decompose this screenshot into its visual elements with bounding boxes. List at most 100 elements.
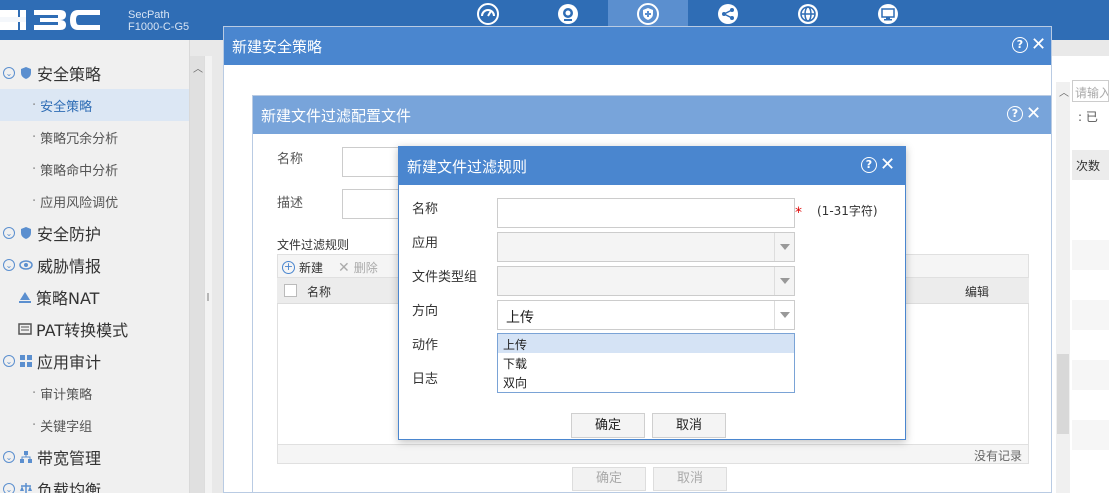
dialog-header: 新建文件过滤配置文件 ? ✕: [253, 96, 1051, 134]
delete-rule-button[interactable]: ✕ 删除: [338, 259, 378, 276]
chevron-down-icon[interactable]: [774, 233, 794, 261]
nat-icon: [19, 292, 31, 303]
expand-circle-icon[interactable]: ⌄: [3, 67, 15, 79]
profile-ok-button[interactable]: 确定: [572, 467, 646, 491]
delete-x-icon: ✕: [338, 259, 350, 276]
rules-table-footer: 没有记录: [277, 444, 1029, 464]
bullet-icon: ·: [32, 161, 37, 177]
scrollbar-thumb[interactable]: [1057, 354, 1069, 434]
description-label: 描述: [277, 196, 304, 211]
dialog-title: 新建文件过滤规则: [407, 158, 528, 176]
background-status-label: : 已: [1078, 110, 1098, 124]
table-row: [1072, 240, 1109, 270]
name-length-hint: (1-31字符): [817, 204, 878, 218]
dialog-title: 新建安全策略: [232, 38, 323, 56]
h3c-logo: [0, 10, 100, 30]
sidebar-item-load-balance[interactable]: ⌄ 负载均衡: [0, 473, 189, 493]
app-label: 应用: [412, 236, 439, 251]
balance-icon: [20, 483, 32, 493]
close-icon[interactable]: ✕: [1026, 105, 1041, 123]
sidebar: ⌄ 安全策略 · 安全策略 · 策略冗余分析 · 策略命中分析 · 应用风险调优 ⌄ 安…: [0, 40, 190, 493]
column-edit: 编辑: [965, 285, 990, 299]
bullet-icon: ·: [32, 193, 37, 209]
profile-name-input[interactable]: [342, 147, 402, 177]
name-label: 名称: [277, 152, 304, 167]
profile-description-input[interactable]: [342, 189, 402, 219]
dialog-header: 新建安全策略 ? ✕: [224, 27, 1051, 65]
help-icon[interactable]: ?: [1007, 106, 1023, 122]
sidebar-item-audit-policy[interactable]: · 审计策略: [0, 377, 189, 409]
rule-name-input[interactable]: [497, 198, 795, 228]
sidebar-item-security-policy-sub[interactable]: · 安全策略: [0, 89, 189, 121]
help-icon[interactable]: ?: [861, 157, 877, 173]
globe-icon: [798, 4, 818, 24]
new-rule-button[interactable]: + 新建: [282, 259, 323, 276]
chevron-down-icon[interactable]: [774, 301, 794, 329]
column-name: 名称: [307, 285, 332, 299]
filetype-group-label: 文件类型组: [412, 270, 478, 285]
rule-cancel-button[interactable]: 取消: [652, 413, 726, 438]
table-row: [1072, 360, 1109, 390]
sidebar-item-threat-intel[interactable]: ⌄ 威胁情报: [0, 249, 189, 281]
expand-circle-icon[interactable]: ⌄: [3, 259, 15, 271]
shield-icon: [637, 3, 659, 25]
app-select[interactable]: [497, 232, 795, 262]
sidebar-item-security-protection[interactable]: ⌄ 安全防护: [0, 217, 189, 249]
bullet-icon: ·: [32, 97, 37, 113]
filetype-group-select[interactable]: [497, 266, 795, 296]
sidebar-scrollbar[interactable]: ︿: [190, 56, 204, 493]
panel-splitter[interactable]: ‖: [204, 56, 212, 493]
expand-circle-icon[interactable]: ⌄: [3, 355, 15, 367]
chevron-up-icon[interactable]: ︿: [193, 60, 203, 75]
sidebar-item-policy-nat[interactable]: 策略NAT: [0, 281, 189, 313]
grip-icon: ‖: [206, 292, 210, 301]
sidebar-item-app-risk[interactable]: · 应用风险调优: [0, 185, 189, 217]
profile-cancel-button[interactable]: 取消: [653, 467, 727, 491]
nav-objects[interactable]: [768, 0, 848, 28]
nav-network[interactable]: [688, 0, 768, 28]
required-mark: *: [795, 205, 802, 221]
dialog-title: 新建文件过滤配置文件: [261, 107, 412, 125]
sidebar-item-app-audit[interactable]: ⌄ 应用审计: [0, 345, 189, 377]
help-icon[interactable]: ?: [1012, 37, 1028, 53]
table-row: [1072, 300, 1109, 330]
monitor-eye-icon: [558, 4, 578, 24]
action-label: 动作: [412, 338, 439, 353]
expand-circle-icon[interactable]: ⌄: [3, 451, 15, 463]
plus-circle-icon: +: [282, 260, 295, 274]
direction-select[interactable]: 上传: [497, 300, 795, 330]
direction-label: 方向: [412, 304, 439, 319]
sidebar-item-hit-analysis[interactable]: · 策略命中分析: [0, 153, 189, 185]
system-monitor-icon: [878, 4, 898, 24]
close-icon[interactable]: ✕: [880, 156, 895, 174]
network-share-icon: [718, 4, 738, 24]
content-scrollbar[interactable]: ︿: [1056, 82, 1070, 493]
option-upload[interactable]: 上传: [498, 334, 794, 353]
sidebar-item-redundancy-analysis[interactable]: · 策略冗余分析: [0, 121, 189, 153]
sidebar-item-keyword-group[interactable]: · 关键字组: [0, 409, 189, 441]
expand-circle-icon[interactable]: ⌄: [3, 483, 15, 493]
select-all-checkbox[interactable]: [284, 284, 297, 297]
expand-circle-icon[interactable]: ⌄: [3, 227, 15, 239]
empty-records-text: 没有记录: [973, 449, 1022, 463]
rule-ok-button[interactable]: 确定: [571, 413, 645, 438]
nav-monitor[interactable]: [528, 0, 608, 28]
nav-policy[interactable]: [608, 0, 688, 28]
close-icon[interactable]: ✕: [1031, 36, 1046, 54]
direction-dropdown-list: 上传 下载 双向: [497, 333, 795, 393]
sidebar-item-pat-mode[interactable]: PAT转换模式: [0, 313, 189, 345]
sidebar-item-security-policy[interactable]: ⌄ 安全策略: [0, 57, 189, 89]
chevron-up-icon[interactable]: ︿: [1059, 84, 1069, 99]
nav-dashboard[interactable]: [448, 0, 528, 28]
chevron-down-icon[interactable]: [774, 267, 794, 295]
background-search-input[interactable]: 请输入: [1072, 80, 1109, 102]
hierarchy-icon: [20, 451, 32, 463]
dialog-new-file-filter-rule: 新建文件过滤规则 ? ✕ 名称 * (1-31字符) 应用 文件类型组 方向 上…: [398, 146, 906, 440]
nav-system[interactable]: [848, 0, 928, 28]
log-label: 日志: [412, 372, 439, 387]
table-row: [1072, 420, 1109, 450]
option-download[interactable]: 下载: [498, 353, 794, 372]
rule-name-label: 名称: [412, 202, 439, 217]
option-both[interactable]: 双向: [498, 372, 794, 391]
sidebar-item-bandwidth[interactable]: ⌄ 带宽管理: [0, 441, 189, 473]
